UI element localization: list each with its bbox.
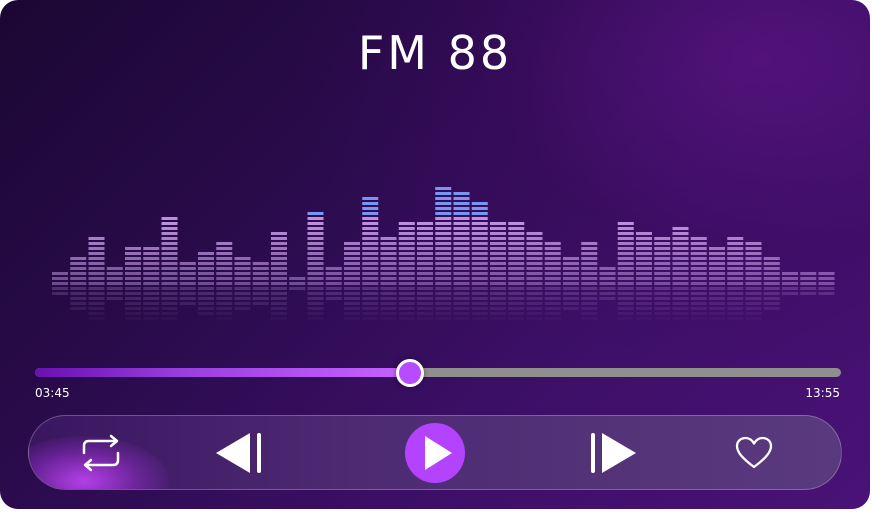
eq-bar xyxy=(106,267,123,300)
eq-bar xyxy=(198,252,214,315)
seek-thumb[interactable] xyxy=(395,359,424,387)
eq-bar xyxy=(453,192,470,320)
repeat-icon xyxy=(78,433,124,473)
total-time: 13:55 xyxy=(805,386,840,400)
eq-bar xyxy=(216,242,233,320)
skip-next-icon xyxy=(588,431,642,475)
eq-bar xyxy=(362,197,379,320)
eq-bar xyxy=(52,272,68,295)
eq-bar xyxy=(581,242,598,320)
eq-bar xyxy=(179,262,196,305)
eq-bar xyxy=(508,222,525,320)
eq-bar xyxy=(763,257,780,310)
skip-previous-icon xyxy=(210,431,264,475)
eq-bar xyxy=(125,247,141,320)
favorite-button[interactable] xyxy=(729,430,779,476)
eq-bar xyxy=(490,222,506,320)
playback-controls xyxy=(28,415,842,490)
eq-bar xyxy=(252,262,269,305)
eq-bar xyxy=(325,267,342,300)
eq-bar xyxy=(471,202,488,320)
eq-bar xyxy=(818,272,835,295)
eq-bar xyxy=(800,272,817,295)
radio-player: FM 88 03:45 13:55 xyxy=(0,0,870,509)
eq-bar xyxy=(709,247,725,320)
eq-bar xyxy=(782,272,798,295)
eq-bar xyxy=(344,242,360,320)
eq-bar xyxy=(289,277,306,290)
seek-bar[interactable] xyxy=(35,359,841,387)
eq-bar xyxy=(563,257,579,310)
eq-bar xyxy=(654,237,671,320)
eq-bar xyxy=(143,247,160,320)
previous-button[interactable] xyxy=(207,430,267,476)
eq-bar xyxy=(271,232,287,320)
eq-bar xyxy=(544,242,561,320)
eq-bar xyxy=(727,237,744,320)
next-button[interactable] xyxy=(585,430,645,476)
eq-bar xyxy=(617,222,634,320)
eq-bar xyxy=(161,217,178,320)
repeat-button[interactable] xyxy=(73,430,129,476)
eq-bar xyxy=(234,257,251,310)
eq-bar xyxy=(88,237,105,320)
eq-bar xyxy=(398,222,415,320)
eq-bar xyxy=(672,227,689,320)
play-icon xyxy=(415,433,455,473)
eq-bar xyxy=(526,232,543,320)
eq-bar xyxy=(70,257,87,310)
seek-progress xyxy=(35,368,410,377)
equalizer-visualizer xyxy=(52,187,835,320)
heart-icon xyxy=(734,435,774,471)
eq-bar xyxy=(636,232,652,320)
elapsed-time: 03:45 xyxy=(35,386,70,400)
eq-bar xyxy=(745,242,762,320)
eq-bar xyxy=(690,237,707,320)
play-button[interactable] xyxy=(405,423,465,483)
eq-bar xyxy=(599,267,616,300)
eq-bar xyxy=(307,212,324,320)
eq-bar xyxy=(417,222,433,320)
eq-bar xyxy=(380,237,397,320)
eq-bar xyxy=(435,187,452,320)
